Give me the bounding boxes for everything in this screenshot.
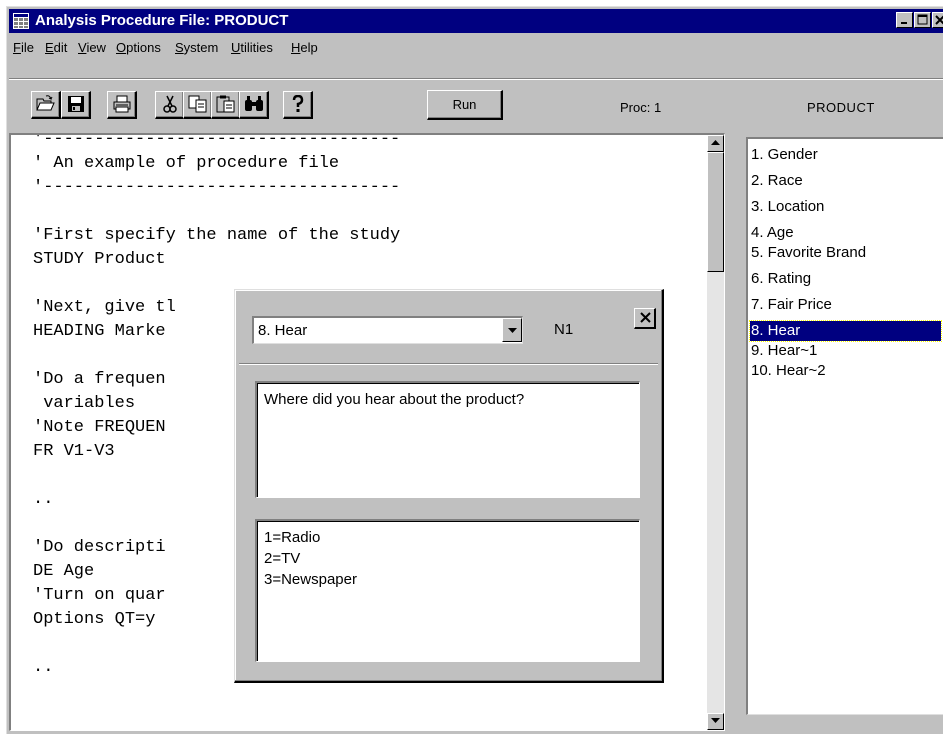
answer-item: 3=Newspaper: [264, 571, 357, 588]
variable-item[interactable]: 1. Gender: [750, 145, 941, 165]
editor-line: STUDY Product: [33, 250, 166, 269]
variable-item[interactable]: 4. Age: [750, 223, 941, 243]
app-grid-icon: [13, 13, 29, 34]
menu-bar: File Edit View Options System Utilities …: [9, 35, 943, 59]
editor-line: 'Do descripti: [33, 538, 166, 557]
editor-line: '-----------------------------------: [33, 133, 401, 149]
menu-system[interactable]: System: [175, 40, 218, 55]
menu-options[interactable]: Options: [116, 40, 161, 55]
dropdown-button[interactable]: [502, 318, 522, 342]
menu-view[interactable]: View: [78, 40, 106, 55]
popup-divider: [239, 363, 658, 365]
find-button[interactable]: [239, 91, 269, 119]
window-title: Analysis Procedure File: PRODUCT: [35, 12, 289, 29]
help-button[interactable]: [283, 91, 313, 119]
editor-line: ..: [33, 658, 54, 677]
copy-button[interactable]: [183, 91, 213, 119]
variable-list[interactable]: 1. Gender 2. Race 3. Location 4. Age 5. …: [746, 137, 943, 715]
save-button[interactable]: [61, 91, 91, 119]
answer-item: 2=TV: [264, 550, 301, 567]
close-icon: [640, 312, 651, 323]
scroll-down-button[interactable]: [707, 713, 724, 730]
editor-line: HEADING Marke: [33, 322, 166, 341]
arrow-down-icon: [711, 718, 720, 723]
run-button[interactable]: Run: [427, 90, 503, 120]
variable-item[interactable]: 10. Hear~2: [750, 361, 941, 381]
editor-line: ' An example of procedure file: [33, 154, 340, 173]
variable-item[interactable]: 3. Location: [750, 197, 941, 217]
editor-line: ..: [33, 490, 54, 509]
answer-codes[interactable]: 1=Radio 2=TV 3=Newspaper: [255, 519, 640, 662]
toolbar-separator: [9, 78, 943, 80]
scroll-up-button[interactable]: [707, 135, 724, 152]
editor-line: 'First specify the name of the study: [33, 226, 401, 245]
variable-item[interactable]: 6. Rating: [750, 269, 941, 289]
editor-line: variables: [33, 394, 136, 413]
main-window: Analysis Procedure File: PRODUCT File Ed…: [6, 6, 943, 734]
editor-line: '-----------------------------------: [33, 178, 401, 197]
cut-button[interactable]: [155, 91, 185, 119]
chevron-down-icon: [508, 328, 517, 333]
minimize-button[interactable]: [896, 12, 913, 28]
variable-select-value: 8. Hear: [258, 322, 308, 339]
menu-help[interactable]: Help: [291, 40, 318, 55]
editor-line: FR V1-V3: [33, 442, 115, 461]
editor-line: 'Turn on quar: [33, 586, 166, 605]
editor-line: 'Note FREQUEN: [33, 418, 166, 437]
title-bar[interactable]: Analysis Procedure File: PRODUCT: [9, 9, 943, 33]
variable-item[interactable]: 5. Favorite Brand: [750, 243, 941, 263]
answer-item: 1=Radio: [264, 529, 321, 546]
popup-close-button[interactable]: [634, 308, 656, 329]
variable-item[interactable]: 7. Fair Price: [750, 295, 941, 315]
maximize-button[interactable]: [914, 12, 931, 28]
editor-line: DE Age: [33, 562, 95, 581]
variable-item-selected[interactable]: 8. Hear: [749, 320, 942, 342]
scroll-thumb[interactable]: [707, 152, 724, 272]
study-name-label: PRODUCT: [807, 100, 875, 115]
open-button[interactable]: [31, 91, 61, 119]
variable-type-label: N1: [554, 321, 574, 338]
variable-select[interactable]: 8. Hear: [252, 316, 523, 344]
arrow-up-icon: [711, 140, 720, 145]
menu-utilities[interactable]: Utilities: [231, 40, 273, 55]
question-text[interactable]: Where did you hear about the product?: [255, 381, 640, 498]
editor-vertical-scrollbar[interactable]: [707, 135, 724, 730]
paste-button[interactable]: [211, 91, 241, 119]
variable-info-popup: 8. Hear N1 Where did you hear about the …: [234, 289, 664, 683]
menu-file[interactable]: File: [13, 40, 34, 55]
variable-item[interactable]: 9. Hear~1: [750, 341, 941, 361]
variable-item[interactable]: 2. Race: [750, 171, 941, 191]
close-button[interactable]: [932, 12, 943, 28]
menu-edit[interactable]: Edit: [45, 40, 67, 55]
print-button[interactable]: [107, 91, 137, 119]
proc-number-label: Proc: 1: [620, 100, 662, 115]
editor-line: 'Do a frequen: [33, 370, 166, 389]
editor-line: 'Next, give tl: [33, 298, 176, 317]
editor-line: Options QT=y: [33, 610, 156, 629]
